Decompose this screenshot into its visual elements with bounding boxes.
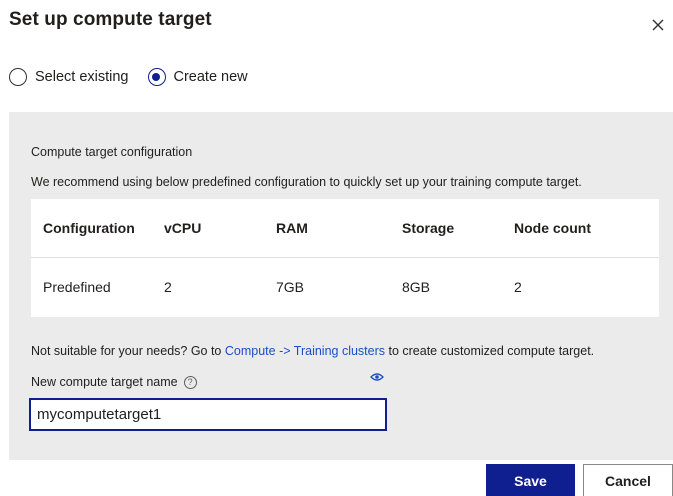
config-table: Configuration vCPU RAM Storage Node coun… [31, 199, 659, 317]
cancel-button[interactable]: Cancel [583, 464, 673, 496]
radio-label-select-existing: Select existing [35, 69, 129, 85]
dialog-title: Set up compute target [9, 9, 212, 30]
radio-circle-icon[interactable] [9, 68, 27, 86]
compute-name-input[interactable] [29, 398, 387, 431]
not-suitable-suffix: to create customized compute target. [385, 344, 595, 358]
radio-circle-checked-icon[interactable] [147, 68, 166, 86]
column-header-ram: RAM [276, 220, 308, 236]
cell-configuration: Predefined [43, 279, 111, 295]
save-button[interactable]: Save [486, 464, 575, 496]
table-header-row: Configuration vCPU RAM Storage Node coun… [31, 199, 659, 258]
radio-create-new[interactable]: Create new [147, 68, 248, 86]
eye-icon[interactable] [370, 372, 384, 382]
training-clusters-link[interactable]: Compute -> Training clusters [225, 344, 385, 358]
help-icon[interactable]: ? [183, 375, 197, 389]
config-recommendation: We recommend using below predefined conf… [31, 175, 582, 189]
cell-vcpu: 2 [164, 279, 172, 295]
radio-label-create-new: Create new [173, 69, 248, 85]
config-heading: Compute target configuration [31, 145, 193, 159]
not-suitable-text: Not suitable for your needs? Go to Compu… [31, 344, 594, 358]
close-icon[interactable] [651, 18, 665, 32]
compute-name-label-text: New compute target name [31, 375, 178, 389]
setup-compute-dialog: Set up compute target Select existing Cr… [0, 0, 673, 496]
cell-node-count: 2 [514, 279, 522, 295]
table-row: Predefined 2 7GB 8GB 2 [31, 258, 659, 316]
cell-storage: 8GB [402, 279, 431, 295]
column-header-configuration: Configuration [43, 220, 135, 236]
mode-radio-group: Select existing Create new [9, 68, 248, 86]
radio-select-existing[interactable]: Select existing [9, 68, 129, 86]
cell-ram: 7GB [276, 279, 305, 295]
column-header-vcpu: vCPU [164, 220, 202, 236]
column-header-storage: Storage [402, 220, 455, 236]
not-suitable-prefix: Not suitable for your needs? Go to [31, 344, 225, 358]
config-section: Compute target configuration We recommen… [9, 112, 673, 460]
compute-name-label: New compute target name ? [31, 375, 197, 389]
column-header-node-count: Node count [514, 220, 591, 236]
